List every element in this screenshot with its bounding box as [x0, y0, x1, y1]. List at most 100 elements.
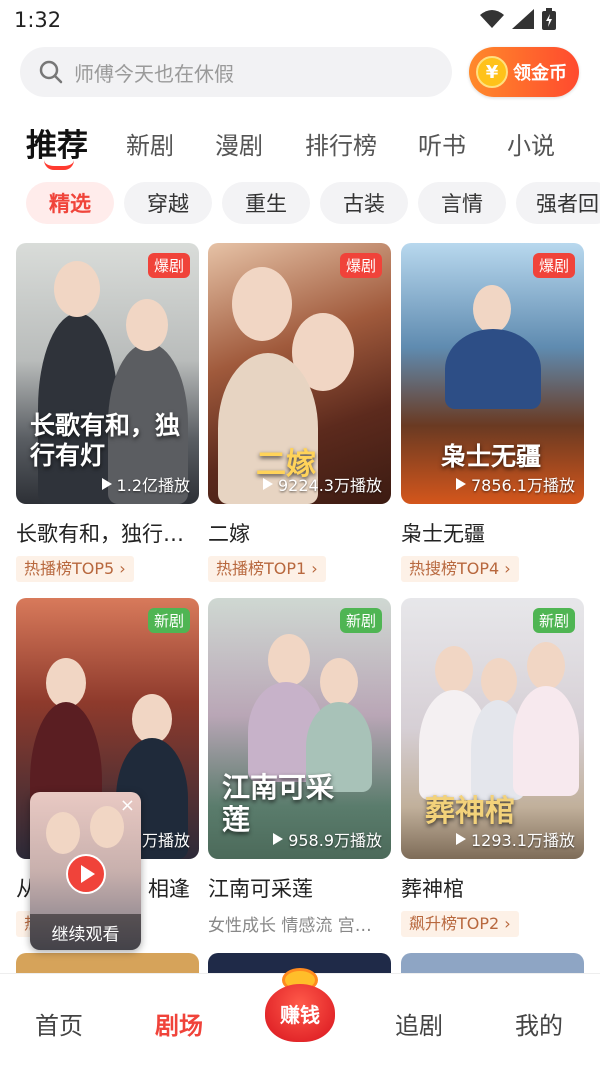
poster-title: 长歌有和，独行有灯 — [30, 411, 181, 470]
drama-poster[interactable]: 葬神棺 新剧 1293.1万播放 — [401, 598, 584, 859]
drama-title[interactable]: 长歌有和，独行… — [16, 518, 199, 548]
wifi-icon — [480, 10, 504, 28]
drama-card[interactable]: 长歌有和，独行有灯 爆剧 1.2亿播放 长歌有和，独行… 热播榜TOP5 › — [16, 243, 199, 582]
play-icon — [456, 833, 466, 845]
drama-title[interactable]: 葬神棺 — [401, 873, 584, 903]
category-tabs: 推荐 新剧 漫剧 排行榜 听书 小说 — [0, 118, 600, 168]
drama-poster[interactable]: 江南可采莲 新剧 958.9万播放 — [208, 598, 391, 859]
search-bar[interactable]: 师傅今天也在休假 — [20, 47, 452, 97]
status-icons — [480, 8, 556, 30]
drama-poster-peek[interactable] — [16, 953, 199, 973]
play-icon — [263, 478, 273, 490]
search-icon — [39, 60, 63, 84]
play-count: 万播放 — [142, 827, 190, 851]
chevron-right-icon: › — [306, 559, 318, 578]
chip-featured[interactable]: 精选 — [26, 182, 114, 224]
play-count-text: 958.9万播放 — [288, 831, 382, 850]
search-placeholder: 师傅今天也在休假 — [74, 61, 234, 86]
poster-face — [126, 299, 168, 351]
poster-figure — [445, 329, 541, 409]
hot-badge: 爆剧 — [339, 253, 382, 278]
poster-face — [46, 812, 80, 854]
rank-tag[interactable]: 热播榜TOP5 › — [16, 556, 134, 582]
poster-face — [320, 658, 358, 706]
play-button[interactable] — [66, 854, 106, 894]
play-count: 9224.3万播放 — [263, 472, 382, 496]
drama-poster[interactable]: 长歌有和，独行有灯 爆剧 1.2亿播放 — [16, 243, 199, 504]
signal-icon — [512, 9, 534, 29]
nav-theater[interactable]: 剧场 — [155, 1006, 203, 1041]
continue-watching-label[interactable]: 继续观看 — [30, 914, 141, 950]
hot-badge: 爆剧 — [147, 253, 190, 278]
rank-tag-text: 热播榜TOP1 — [216, 559, 307, 578]
drama-poster-peek[interactable] — [401, 953, 584, 973]
rank-tag-text: 飙升榜TOP2 — [409, 914, 500, 933]
nav-follow[interactable]: 追剧 — [395, 1006, 443, 1041]
filter-chips: 精选 穿越 重生 古装 言情 强者回 — [0, 182, 600, 224]
play-count-text: 7856.1万播放 — [471, 476, 575, 495]
status-time: 1:32 — [14, 8, 62, 32]
poster-face — [46, 658, 86, 708]
tab-new[interactable]: 新剧 — [126, 126, 174, 161]
chevron-right-icon: › — [114, 559, 126, 578]
tab-audiobook[interactable]: 听书 — [418, 126, 466, 161]
chevron-right-icon: › — [499, 914, 511, 933]
play-icon — [81, 865, 95, 883]
tab-novel[interactable]: 小说 — [507, 126, 555, 161]
nav-earn-label: 赚钱 — [280, 1002, 320, 1027]
drama-card[interactable]: 葬神棺 新剧 1293.1万播放 葬神棺 飙升榜TOP2 › — [401, 598, 584, 937]
mini-player[interactable]: × 继续观看 — [30, 792, 141, 950]
tab-ranking[interactable]: 排行榜 — [305, 126, 377, 161]
rank-tag[interactable]: 热搜榜TOP4 › — [401, 556, 519, 582]
play-count-text: 1293.1万播放 — [471, 831, 575, 850]
hot-badge: 爆剧 — [532, 253, 575, 278]
nav-earn[interactable]: 赚钱 — [263, 966, 337, 1046]
rank-tag[interactable]: 热播榜TOP1 › — [208, 556, 326, 582]
chip-romance[interactable]: 言情 — [418, 182, 506, 224]
earn-money-bag: 赚钱 — [265, 984, 335, 1042]
poster-figure — [513, 686, 579, 796]
poster-face — [527, 642, 565, 690]
poster-title: 枭士无疆 — [441, 442, 542, 471]
drama-title-tail: 相逢 — [148, 877, 190, 901]
tab-comic-drama[interactable]: 漫剧 — [215, 126, 263, 161]
chip-costume[interactable]: 古装 — [320, 182, 408, 224]
new-badge: 新剧 — [147, 608, 190, 633]
nav-mine[interactable]: 我的 — [515, 1006, 563, 1041]
genre-tags: 女性成长 情感流 宫… — [208, 916, 372, 936]
drama-poster[interactable]: 二嫁 爆剧 9224.3万播放 — [208, 243, 391, 504]
drama-title[interactable]: 二嫁 — [208, 518, 391, 548]
rank-tag-text: 热搜榜TOP4 — [409, 559, 500, 578]
chip-strong-return[interactable]: 强者回 — [516, 182, 600, 224]
new-badge: 新剧 — [339, 608, 382, 633]
nav-home[interactable]: 首页 — [35, 1006, 83, 1041]
rank-tag-text: 热播榜TOP5 — [24, 559, 115, 578]
play-count-text: 1.2亿播放 — [116, 476, 190, 495]
drama-card[interactable]: 二嫁 爆剧 9224.3万播放 二嫁 热播榜TOP1 › — [208, 243, 391, 582]
drama-poster[interactable]: 枭士无疆 爆剧 7856.1万播放 — [401, 243, 584, 504]
status-bar: 1:32 — [0, 0, 600, 40]
drama-title[interactable]: 江南可采莲 — [208, 873, 391, 903]
play-count: 7856.1万播放 — [456, 472, 575, 496]
battery-icon — [542, 8, 556, 30]
poster-title: 葬神棺 — [425, 794, 515, 829]
claim-coins-label: 领金币 — [513, 63, 567, 84]
poster-face — [435, 646, 473, 694]
chip-time-travel[interactable]: 穿越 — [124, 182, 212, 224]
poster-face — [232, 267, 292, 341]
claim-coins-button[interactable]: ¥ 领金币 — [469, 47, 579, 97]
poster-face — [473, 285, 511, 333]
chip-rebirth[interactable]: 重生 — [222, 182, 310, 224]
poster-face — [268, 634, 310, 686]
play-icon — [273, 833, 284, 845]
drama-card[interactable]: 江南可采莲 新剧 958.9万播放 江南可采莲 女性成长 情感流 宫… — [208, 598, 391, 936]
play-count: 958.9万播放 — [273, 827, 382, 851]
drama-card[interactable]: 枭士无疆 爆剧 7856.1万播放 枭士无疆 热搜榜TOP4 › — [401, 243, 584, 582]
poster-face — [54, 261, 100, 317]
tab-recommend[interactable]: 推荐 — [26, 120, 88, 165]
poster-face — [90, 806, 124, 848]
close-icon[interactable]: × — [120, 795, 135, 816]
rank-tag[interactable]: 飙升榜TOP2 › — [401, 911, 519, 937]
drama-title[interactable]: 枭士无疆 — [401, 518, 584, 548]
poster-face — [481, 658, 517, 704]
